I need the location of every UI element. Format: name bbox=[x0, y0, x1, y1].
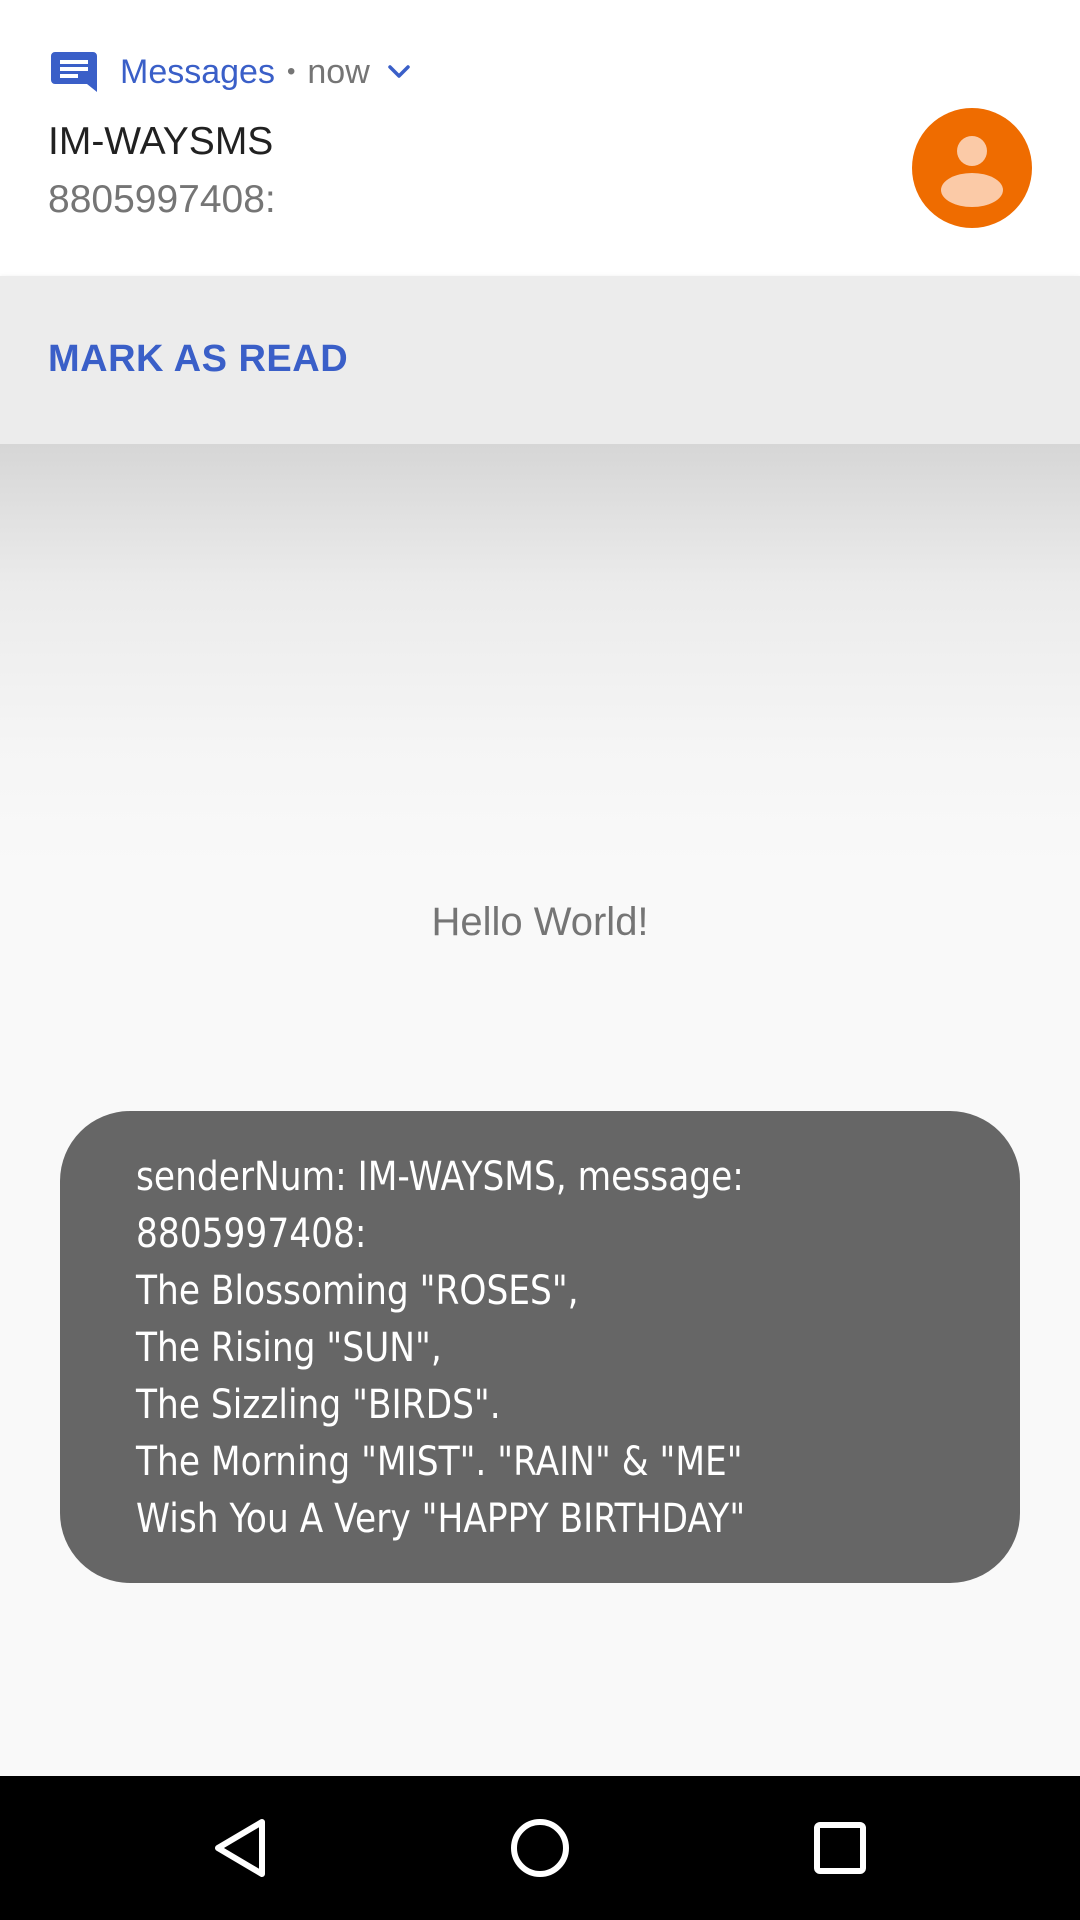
navigation-bar bbox=[0, 1776, 1080, 1920]
chevron-down-icon[interactable] bbox=[388, 65, 410, 79]
messages-icon bbox=[50, 51, 98, 93]
greeting-text: Hello World! bbox=[431, 900, 649, 944]
back-icon[interactable] bbox=[190, 1798, 290, 1898]
toast-text: senderNum: IM-WAYSMS, message: 880599740… bbox=[136, 1154, 746, 1542]
header-separator: • bbox=[286, 58, 296, 85]
notification-title: IM-WAYSMS bbox=[48, 120, 274, 163]
mark-as-read-button[interactable]: MARK AS READ bbox=[48, 338, 348, 381]
toast-message: senderNum: IM-WAYSMS, message: 880599740… bbox=[60, 1111, 1020, 1583]
recents-icon[interactable] bbox=[790, 1798, 890, 1898]
sms-notification[interactable]: Messages • now IM-WAYSMS 8805997408: bbox=[0, 0, 1080, 276]
person-icon bbox=[941, 136, 1003, 207]
notification-header[interactable]: Messages • now bbox=[50, 48, 410, 96]
notification-text: 8805997408: bbox=[48, 178, 276, 221]
notification-actions: MARK AS READ bbox=[0, 276, 1080, 444]
avatar bbox=[912, 108, 1032, 228]
notification-time: now bbox=[307, 52, 370, 91]
home-icon[interactable] bbox=[490, 1798, 590, 1898]
app-name: Messages bbox=[120, 52, 275, 91]
screen: Messages • now IM-WAYSMS 8805997408: MAR… bbox=[0, 0, 1080, 1920]
